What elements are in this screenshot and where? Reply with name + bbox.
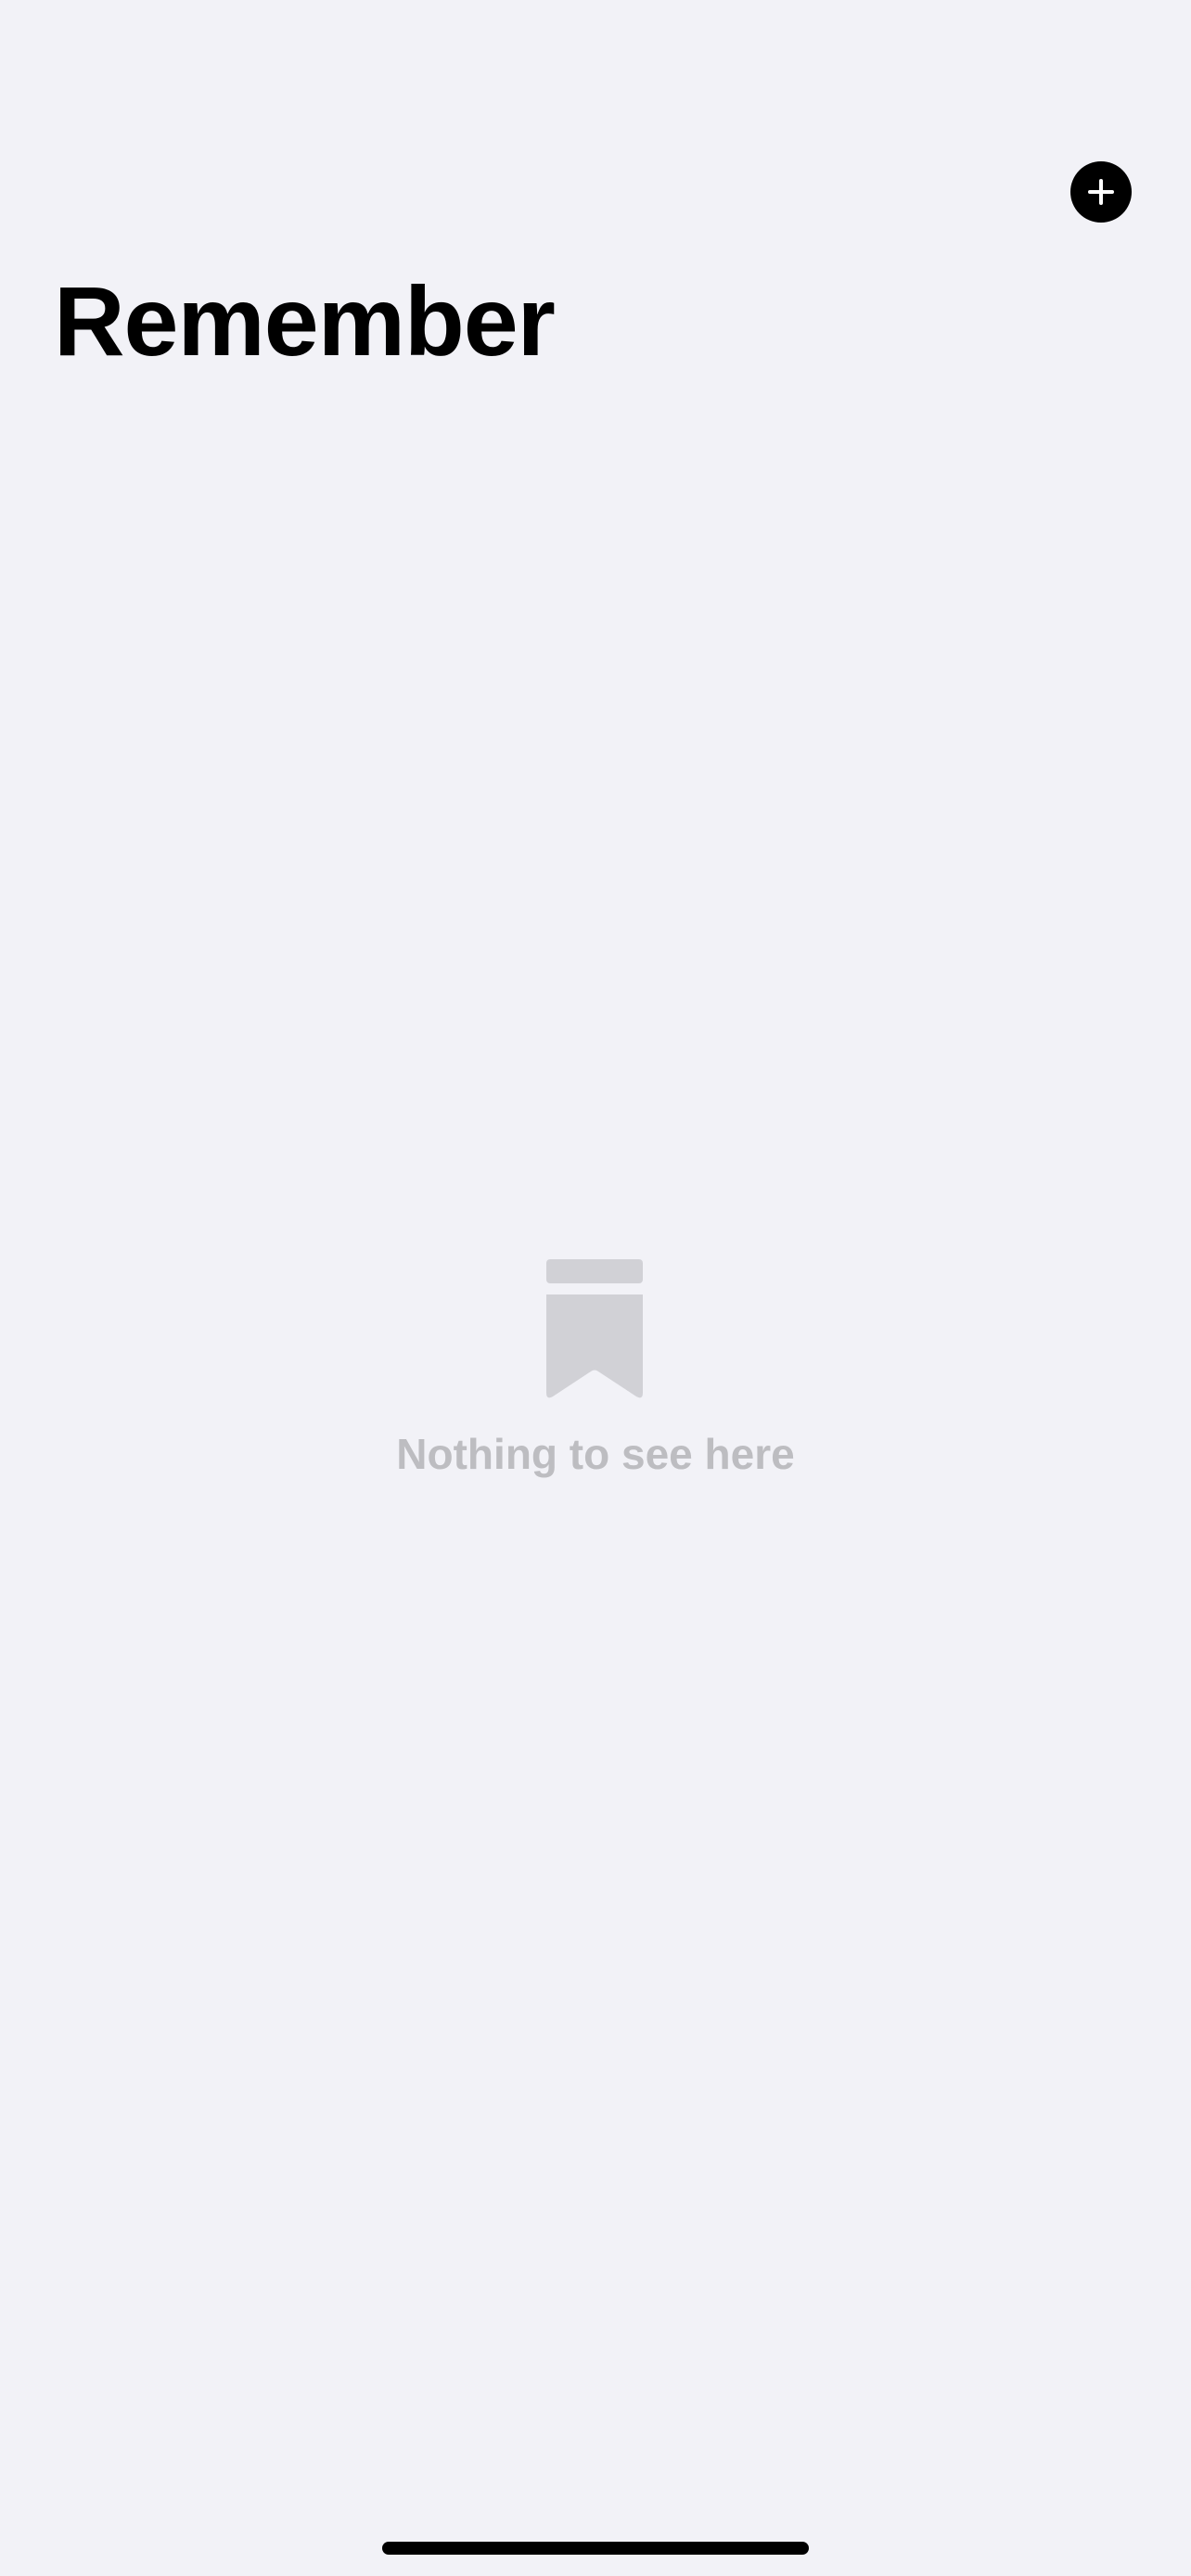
- empty-state: Nothing to see here: [0, 1256, 1191, 1488]
- page-title: Remember: [54, 267, 556, 376]
- empty-state-message: Nothing to see here: [396, 1430, 795, 1478]
- plus-icon: [1088, 179, 1114, 205]
- home-indicator[interactable]: [382, 2542, 809, 2555]
- bookmark-icon: [546, 1259, 643, 1398]
- add-button[interactable]: [1070, 161, 1132, 223]
